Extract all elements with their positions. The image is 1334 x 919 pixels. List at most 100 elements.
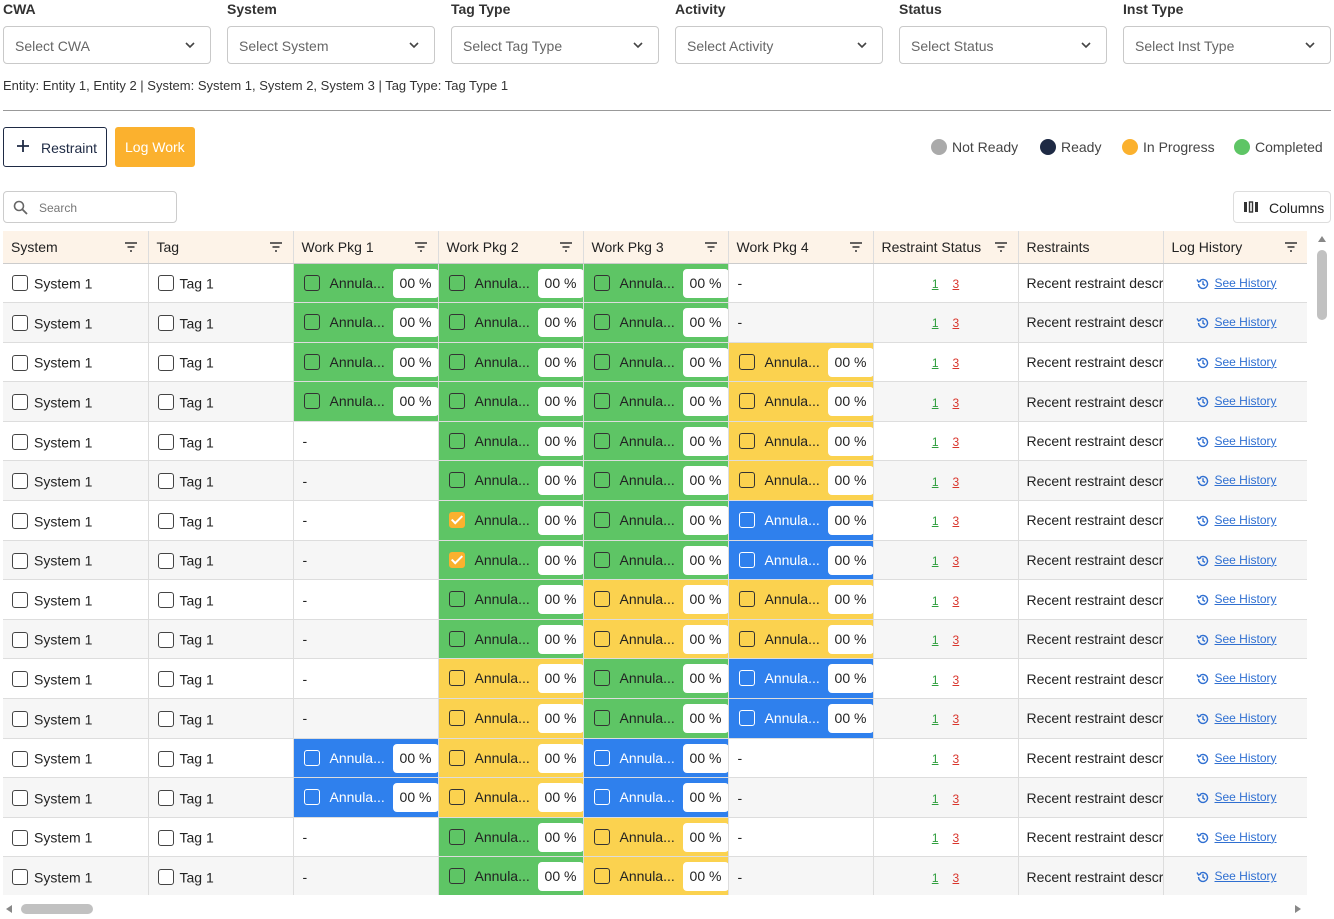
search-input[interactable]: Search [3, 191, 177, 223]
restraint-resolved-link[interactable]: 1 [932, 633, 939, 647]
work-pkg-percent-input[interactable]: 00 % [827, 704, 872, 734]
horizontal-scrollbar[interactable] [3, 900, 1307, 918]
work-pkg-cell[interactable]: Annula... 00 % [728, 658, 874, 700]
columns-button[interactable]: Columns [1233, 191, 1331, 223]
work-pkg-checkbox[interactable] [593, 353, 610, 370]
work-pkg-cell[interactable]: Annula... 00 % [728, 381, 874, 422]
filter-icon[interactable] [414, 241, 428, 253]
work-pkg-cell[interactable]: Annula... 00 % [583, 500, 729, 541]
work-pkg-cell[interactable]: Annula... 00 % [583, 579, 729, 620]
row-checkbox[interactable] [12, 710, 28, 727]
work-pkg-cell[interactable]: Annula... 00 % [438, 619, 584, 660]
work-pkg-checkbox[interactable] [448, 868, 465, 885]
see-history-link[interactable]: See History [1215, 355, 1277, 369]
column-header-work-pkg-2[interactable]: Work Pkg 2 [438, 231, 584, 264]
work-pkg-percent-input[interactable]: 00 % [682, 624, 727, 654]
work-pkg-cell[interactable]: Annula... 00 % [583, 342, 729, 383]
tag-checkbox[interactable] [157, 790, 174, 807]
tag-checkbox[interactable] [157, 671, 174, 688]
work-pkg-checkbox[interactable] [303, 749, 320, 766]
tag-checkbox[interactable] [157, 433, 174, 450]
restraint-resolved-link[interactable]: 1 [932, 514, 939, 528]
work-pkg-percent-input[interactable]: 00 % [827, 387, 872, 417]
row-checkbox[interactable] [12, 750, 28, 767]
work-pkg-checkbox[interactable] [593, 551, 610, 568]
tag-checkbox[interactable] [157, 592, 174, 609]
work-pkg-checkbox[interactable] [593, 749, 610, 766]
see-history-link[interactable]: See History [1215, 276, 1277, 290]
restraint-resolved-link[interactable]: 1 [932, 594, 939, 608]
work-pkg-percent-input[interactable]: 00 % [537, 506, 582, 536]
work-pkg-cell[interactable]: Annula... 00 % [438, 342, 584, 383]
restraint-resolved-link[interactable]: 1 [932, 396, 939, 410]
work-pkg-percent-input[interactable]: 00 % [827, 426, 872, 456]
work-pkg-checkbox[interactable] [448, 630, 465, 647]
work-pkg-percent-input[interactable]: 00 % [537, 466, 582, 496]
column-header-work-pkg-3[interactable]: Work Pkg 3 [583, 231, 729, 264]
restraint-open-link[interactable]: 3 [953, 831, 960, 845]
restraint-open-link[interactable]: 3 [953, 712, 960, 726]
work-pkg-percent-input[interactable]: 00 % [392, 387, 437, 417]
tag-checkbox[interactable] [157, 354, 174, 371]
work-pkg-cell[interactable]: Annula... 00 % [728, 698, 874, 739]
work-pkg-percent-input[interactable]: 00 % [682, 585, 727, 615]
work-pkg-checkbox[interactable] [448, 789, 465, 806]
row-checkbox[interactable] [12, 829, 28, 846]
see-history-link[interactable]: See History [1215, 434, 1277, 448]
restraint-open-link[interactable]: 3 [953, 594, 960, 608]
work-pkg-checkbox[interactable] [593, 710, 610, 727]
inst-type-select[interactable]: Select Inst Type [1123, 26, 1331, 64]
see-history-link[interactable]: See History [1215, 315, 1277, 329]
work-pkg-cell[interactable]: Annula... 00 % [728, 460, 874, 502]
restraint-resolved-link[interactable]: 1 [932, 475, 939, 489]
work-pkg-percent-input[interactable]: 00 % [537, 268, 582, 298]
work-pkg-checkbox[interactable] [738, 551, 755, 568]
work-pkg-checkbox[interactable] [448, 314, 465, 331]
scroll-left-icon[interactable] [6, 905, 12, 913]
work-pkg-checkbox[interactable] [593, 591, 610, 608]
work-pkg-cell[interactable]: Annula... 00 % [728, 342, 874, 383]
row-checkbox[interactable] [12, 473, 28, 490]
restraint-resolved-link[interactable]: 1 [932, 831, 939, 845]
see-history-link[interactable]: See History [1215, 473, 1277, 487]
restraint-resolved-link[interactable]: 1 [932, 792, 939, 806]
restraint-open-link[interactable]: 3 [953, 633, 960, 647]
see-history-link[interactable]: See History [1215, 711, 1277, 725]
restraint-resolved-link[interactable]: 1 [932, 752, 939, 766]
tag-checkbox[interactable] [157, 750, 174, 767]
work-pkg-percent-input[interactable]: 00 % [392, 743, 437, 773]
work-pkg-percent-input[interactable]: 00 % [682, 426, 727, 456]
vertical-scrollbar[interactable] [1313, 232, 1331, 894]
work-pkg-checkbox[interactable] [593, 630, 610, 647]
work-pkg-percent-input[interactable]: 00 % [827, 466, 872, 496]
work-pkg-checkbox[interactable] [303, 789, 320, 806]
work-pkg-percent-input[interactable]: 00 % [392, 268, 437, 298]
work-pkg-percent-input[interactable]: 00 % [682, 347, 727, 377]
work-pkg-percent-input[interactable]: 00 % [392, 308, 437, 338]
work-pkg-percent-input[interactable]: 00 % [827, 664, 872, 694]
work-pkg-checkbox[interactable] [738, 630, 755, 647]
work-pkg-percent-input[interactable]: 00 % [682, 743, 727, 773]
work-pkg-checkbox[interactable] [448, 353, 465, 370]
restraint-resolved-link[interactable]: 1 [932, 435, 939, 449]
see-history-link[interactable]: See History [1215, 632, 1277, 646]
work-pkg-cell[interactable]: Annula... 00 % [583, 619, 729, 660]
work-pkg-cell[interactable]: Annula... 00 % [293, 381, 439, 422]
work-pkg-cell[interactable]: Annula... 00 % [293, 302, 439, 343]
row-checkbox[interactable] [12, 315, 28, 332]
work-pkg-percent-input[interactable]: 00 % [392, 783, 437, 813]
row-checkbox[interactable] [12, 631, 28, 648]
filter-icon[interactable] [124, 241, 138, 253]
activity-select[interactable]: Select Activity [675, 26, 883, 64]
work-pkg-checkbox[interactable] [303, 274, 320, 291]
work-pkg-cell[interactable]: Annula... 00 % [728, 619, 874, 660]
work-pkg-percent-input[interactable]: 00 % [537, 862, 582, 892]
tag-checkbox[interactable] [157, 829, 174, 846]
work-pkg-percent-input[interactable]: 00 % [827, 624, 872, 654]
work-pkg-checkbox[interactable] [593, 472, 610, 489]
work-pkg-checkbox[interactable] [448, 512, 465, 529]
restraint-open-link[interactable]: 3 [953, 554, 960, 568]
filter-icon[interactable] [704, 241, 718, 253]
work-pkg-percent-input[interactable]: 00 % [537, 585, 582, 615]
work-pkg-checkbox[interactable] [593, 512, 610, 529]
